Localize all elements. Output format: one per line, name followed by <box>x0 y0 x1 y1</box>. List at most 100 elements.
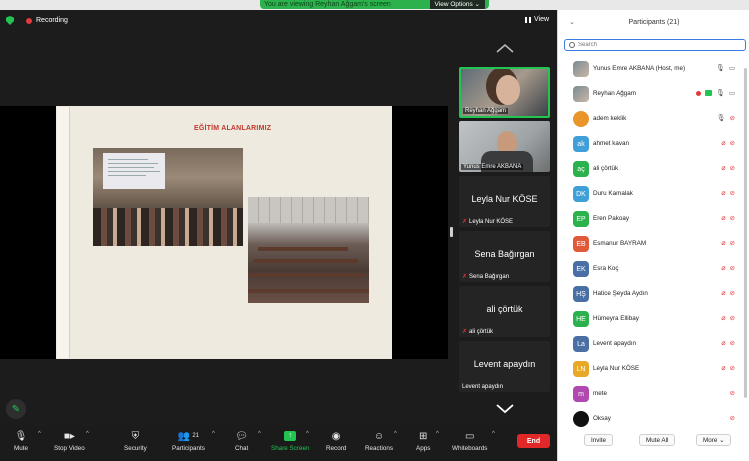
reactions-caret-icon[interactable]: ^ <box>394 431 397 437</box>
record-icon: ◉ <box>331 430 341 442</box>
participant-row[interactable]: HE Hümeyra Ellibay ⌀ ⊘ <box>558 307 744 332</box>
share-screen-icon: ↑ <box>284 431 297 441</box>
scroll-down-icon[interactable] <box>496 401 514 414</box>
participant-row[interactable]: Reyhan Ağgam 🎙︎ ▭ <box>558 82 744 107</box>
video-off-icon: ⊘ <box>729 290 735 297</box>
participant-name-large: Sena Bağırgan <box>474 249 535 259</box>
participants-caret-icon[interactable]: ^ <box>212 431 215 437</box>
participant-row[interactable]: EK Esra Koç ⌀ ⊘ <box>558 257 744 282</box>
record-button[interactable]: ◉ Record <box>326 429 347 453</box>
share-screen-button[interactable]: ↑ Share Screen <box>271 429 310 452</box>
view-button[interactable]: View <box>525 16 549 23</box>
security-label: Security <box>124 445 147 452</box>
record-label: Record <box>326 445 347 452</box>
video-tile-reyhan[interactable]: Reyhan Ağgam <box>459 67 550 118</box>
participant-name-large: Leyla Nur KÖSE <box>471 194 538 204</box>
chat-button[interactable]: 💬︎ Chat <box>235 429 249 453</box>
collapse-chevron-icon[interactable]: ⌄ <box>569 18 575 26</box>
mute-button[interactable]: 🎙︎ Mute <box>14 429 28 453</box>
mic-off-icon: ⌀ <box>721 240 726 247</box>
video-options-caret-icon[interactable]: ^ <box>86 431 89 437</box>
search-input[interactable] <box>578 42 728 48</box>
video-tile-levent[interactable]: Levent apaydın Levent apaydın <box>459 341 550 392</box>
video-off-icon: ⊘ <box>729 215 735 222</box>
participant-row[interactable]: Yunus Emre AKBANA (Host, me) 🎙︎ ▭ <box>558 57 744 82</box>
participants-icon: 👥 21 <box>177 430 200 442</box>
participant-name: Levent apaydın <box>593 340 637 347</box>
microphone-icon: 🎙︎ <box>715 90 725 97</box>
video-tile-yunus[interactable]: Yunus Emre AKBANA <box>459 121 550 172</box>
video-tile-name: Yunus Emre AKBANA <box>461 164 524 170</box>
mic-off-icon: ⌀ <box>721 290 726 297</box>
participants-button[interactable]: 👥 21 Participants <box>172 429 205 453</box>
participant-search[interactable] <box>564 39 746 51</box>
mute-label: Mute <box>14 445 28 452</box>
mic-off-icon: ⌀ <box>721 365 726 372</box>
whiteboards-caret-icon[interactable]: ^ <box>492 431 495 437</box>
view-options-button[interactable]: View Options ⌄ <box>429 0 485 9</box>
avatar: LN <box>573 361 589 377</box>
participant-row[interactable]: EB Esmanur BAYRAM ⌀ ⊘ <box>558 232 744 257</box>
video-tile-sena[interactable]: Sena Bağırgan ✗ Sena Bağırgan <box>459 231 550 282</box>
mute-all-button[interactable]: Mute All <box>639 434 676 446</box>
stop-video-button[interactable]: ■▸ Stop Video <box>54 429 85 453</box>
apps-label: Apps <box>416 445 431 452</box>
slide-thumbnail-strip <box>57 107 70 358</box>
invite-button[interactable]: Invite <box>584 434 614 446</box>
chat-caret-icon[interactable]: ^ <box>258 431 261 437</box>
participant-row[interactable]: m mete ⊘ <box>558 382 744 407</box>
participant-row[interactable]: La Levent apaydın ⌀ ⊘ <box>558 332 744 357</box>
participant-name-small: Sena Bağırgan <box>469 273 510 280</box>
audio-options-caret-icon[interactable]: ^ <box>38 431 41 437</box>
mic-off-icon: ⌀ <box>721 165 726 172</box>
resize-handle[interactable] <box>450 227 453 237</box>
participant-row[interactable]: aç ali çörtük ⌀ ⊘ <box>558 157 744 182</box>
panel-scrollbar[interactable] <box>744 68 747 398</box>
participant-row[interactable]: ak ahmet kavan ⌀ ⊘ <box>558 132 744 157</box>
apps-icon: ⊞ <box>418 430 428 442</box>
slide-title: EĞİTİM ALANLARIMIZ <box>194 125 272 132</box>
video-off-icon: ⊘ <box>729 240 735 247</box>
avatar: aç <box>573 161 589 177</box>
participant-row[interactable]: HŞ Hatice Şeyda Aydın ⌀ ⊘ <box>558 282 744 307</box>
participant-row[interactable]: LN Leyla Nur KÖSE ⌀ ⊘ <box>558 357 744 382</box>
video-tile-ali[interactable]: ali çörtük ✗ ali çörtük <box>459 286 550 337</box>
share-caret-icon[interactable]: ^ <box>306 431 309 437</box>
video-camera-icon: ▭ <box>728 65 735 72</box>
video-camera-icon: ■▸ <box>63 430 75 442</box>
apps-button[interactable]: ⊞ Apps <box>416 429 431 453</box>
sharing-screen-icon <box>704 90 712 96</box>
reactions-button[interactable]: ☺ Reactions <box>365 429 393 453</box>
microphone-icon: 🎙︎ <box>715 65 725 72</box>
panel-header: ⌄ Participants (21) <box>558 10 749 34</box>
avatar: ak <box>573 136 589 152</box>
view-options-label: View Options <box>434 1 473 8</box>
security-button[interactable]: ⛨ Security <box>124 429 147 453</box>
mic-off-icon: ⌀ <box>721 140 726 147</box>
video-off-icon: ⊘ <box>729 165 735 172</box>
avatar: EB <box>573 236 589 252</box>
whiteboards-button[interactable]: ▭ Whiteboards <box>452 429 488 453</box>
more-label: More <box>703 436 718 444</box>
video-tile-leyla[interactable]: Leyla Nur KÖSE ✗ Leyla Nur KÖSE <box>459 176 550 227</box>
screen-share-banner: You are viewing Reyhan Ağgam's screen Vi… <box>260 0 489 9</box>
participant-row[interactable]: adem keklik 🎙︎ ⊘ <box>558 107 744 132</box>
end-meeting-button[interactable]: End <box>517 434 550 448</box>
participant-row[interactable]: EP Eren Pakoay ⌀ ⊘ <box>558 207 744 232</box>
more-button[interactable]: More ⌄ <box>696 434 732 446</box>
stop-video-label: Stop Video <box>54 445 85 452</box>
participant-name: Duru Kamalak <box>593 190 633 197</box>
participant-row[interactable]: Oksay ⊘ <box>558 407 744 432</box>
participant-name: Oksay <box>593 415 611 422</box>
whiteboards-label: Whiteboards <box>452 445 488 452</box>
apps-caret-icon[interactable]: ^ <box>436 431 439 437</box>
mic-off-icon: ✗ <box>462 274 468 280</box>
mic-off-icon: ✗ <box>462 219 468 225</box>
participant-name: Hümeyra Ellibay <box>593 315 639 322</box>
mic-off-icon: ✗ <box>462 329 468 335</box>
scroll-up-icon[interactable] <box>496 40 514 53</box>
mic-off-icon: ⌀ <box>721 215 726 222</box>
participant-row[interactable]: DK Duru Kamalak ⌀ ⊘ <box>558 182 744 207</box>
annotate-pencil-icon[interactable]: ✎ <box>6 399 26 419</box>
chat-label: Chat <box>235 445 249 452</box>
